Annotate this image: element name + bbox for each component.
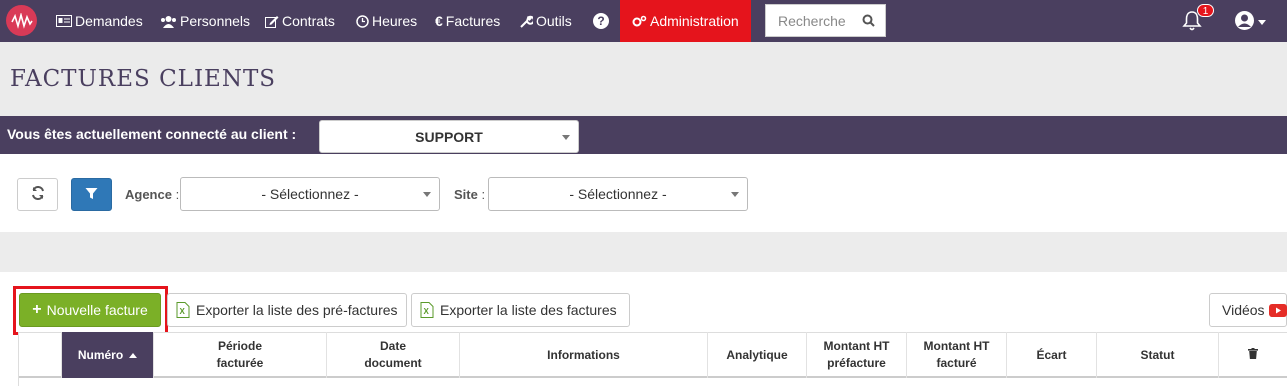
site-select[interactable]: - Sélectionnez - bbox=[488, 177, 748, 211]
client-select[interactable]: SUPPORT bbox=[319, 120, 579, 153]
svg-text:X: X bbox=[180, 307, 186, 316]
highlight-box bbox=[13, 286, 168, 335]
export-prefactures-label: Exporter la liste des pré-factures bbox=[196, 302, 398, 318]
search-placeholder: Recherche bbox=[778, 12, 846, 29]
column-header-analytique[interactable]: Analytique bbox=[707, 332, 806, 378]
nav-administration-label: Administration bbox=[650, 13, 739, 29]
refresh-icon bbox=[31, 185, 45, 203]
column-header-informations[interactable]: Informations bbox=[459, 332, 707, 378]
euro-icon: € bbox=[435, 13, 443, 29]
users-icon bbox=[160, 15, 177, 28]
filter-button[interactable] bbox=[71, 178, 112, 211]
column-header-periode[interactable]: Période facturée bbox=[153, 332, 326, 378]
nav-personnels-label: Personnels bbox=[180, 13, 251, 29]
nav-administration[interactable]: Administration bbox=[620, 0, 751, 42]
nav-contrats[interactable]: Contrats bbox=[265, 0, 335, 42]
site-label: Site : bbox=[454, 187, 486, 202]
excel-icon: X bbox=[176, 302, 190, 318]
id-card-icon bbox=[56, 15, 72, 27]
search-icon[interactable] bbox=[862, 14, 875, 30]
filter-icon bbox=[85, 187, 98, 203]
column-header-delete bbox=[1218, 332, 1287, 378]
sort-asc-icon bbox=[129, 352, 138, 358]
videos-label: Vidéos bbox=[1222, 302, 1265, 318]
chevron-down-icon bbox=[1258, 19, 1266, 25]
trash-icon bbox=[1248, 347, 1258, 364]
videos-button[interactable]: Vidéos bbox=[1209, 293, 1287, 327]
youtube-icon bbox=[1268, 303, 1287, 317]
nav-outils-label: Outils bbox=[536, 13, 572, 29]
table-row[interactable] bbox=[18, 378, 1287, 386]
nav-factures-label: Factures bbox=[445, 13, 501, 29]
search-input[interactable]: Recherche bbox=[765, 4, 886, 37]
clock-icon bbox=[356, 14, 369, 28]
nav-factures[interactable]: € Factures bbox=[435, 0, 500, 42]
chevron-down-icon bbox=[562, 135, 570, 140]
app-logo[interactable] bbox=[6, 5, 37, 36]
user-circle-icon bbox=[1234, 10, 1255, 34]
column-header-montant-facture[interactable]: Montant HT facturé bbox=[906, 332, 1006, 378]
column-header-ecart[interactable]: Écart bbox=[1006, 332, 1096, 378]
export-factures-button[interactable]: X Exporter la liste des factures bbox=[411, 293, 630, 327]
site-select-value: - Sélectionnez - bbox=[569, 186, 667, 202]
nav-personnels[interactable]: Personnels bbox=[160, 0, 250, 42]
client-label: Vous êtes actuellement connecté au clien… bbox=[7, 126, 297, 142]
edit-icon bbox=[265, 15, 279, 28]
column-header-montant-prefacture[interactable]: Montant HT préfacture bbox=[806, 332, 906, 378]
export-prefactures-button[interactable]: X Exporter la liste des pré-factures bbox=[167, 293, 407, 327]
column-header-statut[interactable]: Statut bbox=[1096, 332, 1218, 378]
user-menu[interactable] bbox=[1234, 10, 1266, 34]
client-select-value: SUPPORT bbox=[415, 128, 483, 145]
nav-outils[interactable]: Outils bbox=[520, 0, 572, 42]
column-header-date[interactable]: Date document bbox=[326, 332, 459, 378]
nav-demandes[interactable]: Demandes bbox=[56, 0, 143, 42]
nav-help[interactable]: ? bbox=[593, 0, 609, 42]
question-icon: ? bbox=[593, 13, 609, 29]
gears-icon bbox=[632, 15, 647, 28]
select-column-header bbox=[18, 332, 61, 378]
agence-label: Agence : bbox=[125, 187, 180, 202]
svg-text:X: X bbox=[424, 307, 430, 316]
agence-select[interactable]: - Sélectionnez - bbox=[180, 177, 440, 211]
notification-badge: 1 bbox=[1197, 4, 1214, 17]
nav-contrats-label: Contrats bbox=[282, 13, 335, 29]
nav-heures[interactable]: Heures bbox=[356, 0, 417, 42]
excel-icon: X bbox=[420, 302, 434, 318]
wrench-icon bbox=[520, 15, 533, 28]
refresh-button[interactable] bbox=[17, 178, 58, 211]
export-factures-label: Exporter la liste des factures bbox=[440, 302, 617, 318]
nav-demandes-label: Demandes bbox=[75, 13, 143, 29]
chevron-down-icon bbox=[423, 192, 431, 197]
page-title: FACTURES CLIENTS bbox=[10, 66, 277, 92]
agence-select-value: - Sélectionnez - bbox=[261, 186, 359, 202]
column-header-numero[interactable]: Numéro bbox=[61, 332, 153, 378]
nav-heures-label: Heures bbox=[372, 13, 418, 29]
chevron-down-icon bbox=[731, 192, 739, 197]
